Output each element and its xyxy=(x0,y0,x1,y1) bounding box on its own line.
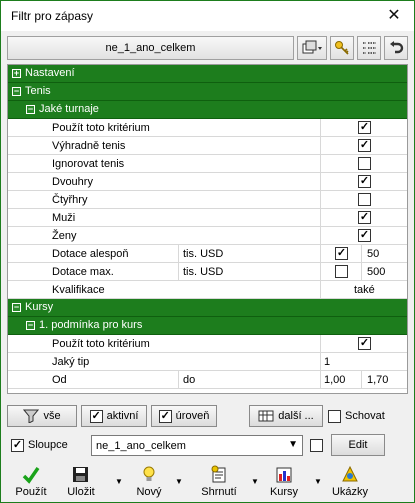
columns-label: Sloupce xyxy=(28,439,68,451)
dotace-alespon-checkbox[interactable]: ✓ xyxy=(335,247,348,260)
show-all-button[interactable]: vše xyxy=(7,405,77,427)
tenis-option-checkbox[interactable]: ✓ xyxy=(358,175,371,188)
undo-arrow-icon xyxy=(390,41,404,54)
expand-icon[interactable]: + xyxy=(12,69,21,78)
tenis-option-checkbox[interactable]: ✓ xyxy=(358,139,371,152)
undo-button[interactable] xyxy=(384,36,408,60)
summary-icon xyxy=(211,465,226,483)
section-kursy[interactable]: − Kursy xyxy=(8,299,407,317)
edit-button[interactable]: Edit xyxy=(331,434,385,456)
odds-chart-icon xyxy=(276,467,292,483)
tenis-option-row: Ženy ✓ xyxy=(8,227,407,245)
tenis-option-label: Použít toto kritérium xyxy=(52,122,150,134)
hide-label: Schovat xyxy=(345,410,385,422)
new-button[interactable]: Nový xyxy=(127,463,171,498)
save-dropdown-icon[interactable]: ▼ xyxy=(115,477,123,486)
apply-button[interactable]: Použít xyxy=(5,463,57,498)
list-icon xyxy=(363,42,376,54)
view-toolbar: vše ✓ aktivní ✓ úroveň další ... Schovat xyxy=(7,405,408,429)
funnel-icon xyxy=(23,409,40,423)
new-dropdown-icon[interactable]: ▼ xyxy=(175,477,183,486)
filter-toolbar: ne_1_ano_celkem xyxy=(7,36,408,60)
title-bar: Filtr pro zápasy ✕ xyxy=(1,1,414,31)
floppy-disk-icon xyxy=(73,467,88,482)
collapse-icon[interactable]: − xyxy=(12,87,21,96)
samples-icon xyxy=(342,465,358,482)
checkmark-icon xyxy=(22,467,40,484)
dotace-max-checkbox[interactable] xyxy=(335,265,348,278)
columns-row: ✓ Sloupce ne_1_ano_celkem ▼ Edit xyxy=(7,433,408,457)
columns-extra-checkbox[interactable] xyxy=(310,439,323,452)
tenis-option-row: Použít toto kritérium ✓ xyxy=(8,119,407,137)
section-jake-turnaje[interactable]: − Jaké turnaje xyxy=(8,101,407,119)
kursy-pouzit-row: Použít toto kritérium ✓ xyxy=(8,335,407,353)
collapse-icon[interactable]: − xyxy=(26,105,35,114)
tenis-option-checkbox[interactable] xyxy=(358,157,371,170)
tenis-option-label: Ignorovat tenis xyxy=(52,158,125,170)
section-tenis[interactable]: − Tenis xyxy=(8,83,407,101)
close-icon[interactable]: ✕ xyxy=(383,5,405,27)
jaky-tip-row: Jaký tip 1 xyxy=(8,353,407,371)
window-title: Filtr pro zápasy xyxy=(11,9,94,23)
od-row: Od do 1,00 1,70 xyxy=(8,371,407,389)
dotace-alespon-row: Dotace alespoň tis. USD ✓ 50 xyxy=(8,245,407,263)
level-check-icon: ✓ xyxy=(158,409,172,423)
filter-window: Filtr pro zápasy ✕ ne_1_ano_celkem + Nas… xyxy=(0,0,415,503)
tenis-option-checkbox[interactable]: ✓ xyxy=(358,211,371,224)
key-button[interactable] xyxy=(330,36,354,60)
section-nastaveni[interactable]: + Nastavení xyxy=(8,65,407,83)
tenis-option-checkbox[interactable] xyxy=(358,193,371,206)
tenis-option-label: Muži xyxy=(52,212,76,224)
collapse-icon[interactable]: − xyxy=(12,303,21,312)
dotace-max-row: Dotace max. tis. USD 500 xyxy=(8,263,407,281)
tenis-option-row: Muži ✓ xyxy=(8,209,407,227)
chevron-down-icon: ▼ xyxy=(288,439,298,450)
samples-button[interactable]: Ukázky xyxy=(325,463,375,498)
collapse-icon[interactable]: − xyxy=(26,321,35,330)
tenis-option-checkbox[interactable]: ✓ xyxy=(358,229,371,242)
odds-dropdown-icon[interactable]: ▼ xyxy=(314,477,322,486)
odds-button[interactable]: Kursy xyxy=(261,463,307,498)
level-button[interactable]: ✓ úroveň xyxy=(151,405,217,427)
footer-toolbar: Použít Uložit ▼ Nový ▼ Shrnutí ▼ Kursy ▼… xyxy=(1,463,414,503)
tenis-option-label: Dvouhry xyxy=(52,176,93,188)
lightbulb-icon xyxy=(143,466,155,481)
more-button[interactable]: další ... xyxy=(249,405,323,427)
hide-checkbox[interactable] xyxy=(328,410,341,423)
list-settings-button[interactable] xyxy=(357,36,381,60)
copy-dropdown-button[interactable] xyxy=(297,36,327,60)
columns-select[interactable]: ne_1_ano_celkem ▼ xyxy=(91,435,303,456)
tenis-option-row: Ignorovat tenis xyxy=(8,155,407,173)
columns-icon xyxy=(258,410,274,422)
tenis-option-label: Čtyřhry xyxy=(52,194,88,206)
summary-button[interactable]: Shrnutí xyxy=(194,463,244,498)
kvalifikace-row: Kvalifikace také xyxy=(8,281,407,299)
active-check-icon: ✓ xyxy=(89,409,103,423)
save-button[interactable]: Uložit xyxy=(59,463,103,498)
property-grid: + Nastavení − Tenis − Jaké turnaje Použí… xyxy=(7,64,408,394)
tenis-option-row: Výhradně tenis ✓ xyxy=(8,137,407,155)
tenis-option-row: Dvouhry ✓ xyxy=(8,173,407,191)
tenis-option-row: Čtyřhry xyxy=(8,191,407,209)
tenis-option-checkbox[interactable]: ✓ xyxy=(358,121,371,134)
section-podminka[interactable]: − 1. podmínka pro kurs xyxy=(8,317,407,335)
summary-dropdown-icon[interactable]: ▼ xyxy=(251,477,259,486)
tenis-option-label: Výhradně tenis xyxy=(52,140,126,152)
kursy-pouzit-checkbox[interactable]: ✓ xyxy=(358,337,371,350)
key-icon xyxy=(335,41,349,55)
copy-icon xyxy=(302,40,322,54)
columns-checkbox[interactable]: ✓ xyxy=(11,439,24,452)
active-button[interactable]: ✓ aktivní xyxy=(81,405,147,427)
tenis-option-label: Ženy xyxy=(52,230,77,242)
filter-name-button[interactable]: ne_1_ano_celkem xyxy=(7,36,294,60)
